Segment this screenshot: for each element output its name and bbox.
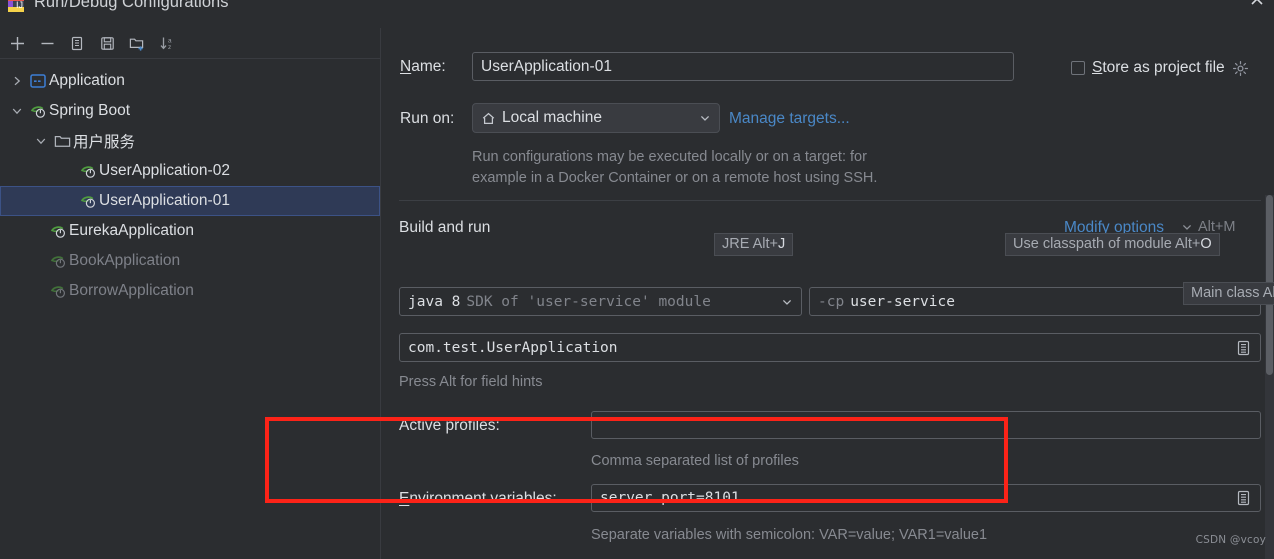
tree-item-application[interactable]: Application <box>0 66 380 96</box>
home-icon <box>481 111 496 126</box>
build-and-run-title: Build and run <box>399 219 491 236</box>
tree-item-label: BookApplication <box>69 252 181 269</box>
classpath-prefix: -cp <box>818 293 845 310</box>
svg-text:z: z <box>168 44 171 51</box>
list-browse-icon[interactable] <box>1234 489 1252 507</box>
spring-boot-icon <box>28 102 48 120</box>
tree-item-label: 用户服务 <box>73 134 136 151</box>
watermark: CSDN @vcoy <box>1195 534 1266 546</box>
svg-text:IJ: IJ <box>16 0 23 10</box>
copy-icon[interactable] <box>63 30 91 56</box>
tree-item-label: UserApplication-02 <box>99 162 230 179</box>
run-on-description-line-2: example in a Docker Container or on a re… <box>472 170 878 186</box>
environment-variables-value: server.port=8101 <box>600 490 740 506</box>
classpath-module-value: user-service <box>850 293 955 310</box>
jre-value-description: SDK of 'user-service' module <box>466 293 711 310</box>
checkbox-box[interactable] <box>1071 61 1085 75</box>
section-separator <box>399 200 1261 201</box>
chevron-down-icon[interactable] <box>32 132 50 150</box>
active-profiles-hint: Comma separated list of profiles <box>591 453 799 469</box>
spring-boot-icon <box>78 192 98 210</box>
chevron-right-icon[interactable] <box>8 72 26 90</box>
tree-item-userapplication-01[interactable]: UserApplication-01 <box>0 186 380 216</box>
remove-configuration-button[interactable] <box>33 30 61 56</box>
run-on-label: Run on: <box>400 110 455 127</box>
name-label: Name: <box>400 58 446 75</box>
environment-variables-label: Environment variables: <box>399 490 557 507</box>
name-value: UserApplication-01 <box>481 57 612 75</box>
tree-item-eurekaapplication[interactable]: EurekaApplication <box>0 216 380 246</box>
main-class-alt-hint: Main class Alt+C <box>1183 282 1274 305</box>
jre-value-bold: java 8 <box>408 293 461 310</box>
tree-item-borrowapplication[interactable]: BorrowApplication <box>0 276 380 306</box>
sort-alphabetical-icon[interactable]: a z <box>153 30 181 56</box>
spring-boot-icon <box>48 282 68 300</box>
new-folder-icon[interactable] <box>123 30 151 56</box>
jre-select[interactable]: java 8 SDK of 'user-service' module <box>399 287 802 316</box>
manage-targets-link[interactable]: Manage targets... <box>729 110 850 128</box>
environment-variables-input[interactable]: server.port=8101 <box>591 484 1261 512</box>
run-on-value: Local machine <box>502 109 602 126</box>
tree-item-label: Application <box>49 72 125 89</box>
tree-item-label: Spring Boot <box>49 102 130 119</box>
active-profiles-label: Active profiles: <box>399 417 500 434</box>
close-icon[interactable] <box>1246 0 1268 10</box>
application-icon <box>28 72 48 90</box>
chevron-down-icon[interactable] <box>697 112 713 124</box>
name-input[interactable]: UserApplication-01 <box>472 52 1014 81</box>
window-title: Run/Debug Configurations <box>34 0 229 11</box>
tree-item-label: BorrowApplication <box>69 282 194 299</box>
tree-item-label: UserApplication-01 <box>99 192 230 209</box>
tree-item-label: EurekaApplication <box>69 222 194 239</box>
save-icon[interactable] <box>93 30 121 56</box>
chevron-down-icon[interactable] <box>8 102 26 120</box>
folder-icon <box>52 132 72 150</box>
field-hints-note: Press Alt for field hints <box>399 374 543 390</box>
configuration-editor: Name: UserApplication-01 Store as projec… <box>381 28 1274 559</box>
jre-alt-hint: JRE Alt+J <box>714 233 794 256</box>
title-bar: IJ Run/Debug Configurations <box>0 0 1274 28</box>
configurations-sidebar: a z Application Spring Boot 用户服务 UserApp… <box>0 28 380 559</box>
environment-variables-hint: Separate variables with semicolon: VAR=v… <box>591 527 988 543</box>
tree-item-spring-boot[interactable]: Spring Boot <box>0 96 380 126</box>
spring-boot-icon <box>48 252 68 270</box>
classpath-hint-key: O <box>1200 236 1212 252</box>
spring-boot-icon <box>48 222 68 240</box>
configurations-tree[interactable]: Application Spring Boot 用户服务 UserApplica… <box>0 60 380 559</box>
tree-item-folder-user-service[interactable]: 用户服务 <box>0 126 380 156</box>
jre-hint-key: J <box>778 236 786 252</box>
classpath-alt-hint: Use classpath of module Alt+O <box>1005 233 1220 256</box>
tree-item-bookapplication[interactable]: BookApplication <box>0 246 380 276</box>
intellij-idea-icon: IJ <box>6 0 26 14</box>
main-class-value: com.test.UserApplication <box>408 339 618 356</box>
gear-icon[interactable] <box>1232 60 1249 77</box>
run-debug-configurations-dialog: IJ Run/Debug Configurations a z Applicat… <box>0 0 1274 559</box>
main-class-input[interactable]: com.test.UserApplication <box>399 333 1261 362</box>
spring-boot-icon <box>78 162 98 180</box>
tree-item-userapplication-02[interactable]: UserApplication-02 <box>0 156 380 186</box>
run-on-description-line-1: Run configurations may be executed local… <box>472 149 867 165</box>
store-as-project-file-checkbox[interactable]: Store as project file <box>1071 59 1249 77</box>
store-as-project-file-label: Store as project file <box>1092 59 1225 76</box>
vertical-scrollbar[interactable] <box>1265 195 1274 559</box>
sidebar-toolbar: a z <box>0 28 380 59</box>
add-configuration-button[interactable] <box>3 30 31 56</box>
run-on-target-select[interactable]: Local machine <box>472 103 720 133</box>
chevron-down-icon[interactable] <box>779 296 795 308</box>
active-profiles-input[interactable] <box>591 411 1261 439</box>
list-browse-icon[interactable] <box>1234 339 1252 357</box>
